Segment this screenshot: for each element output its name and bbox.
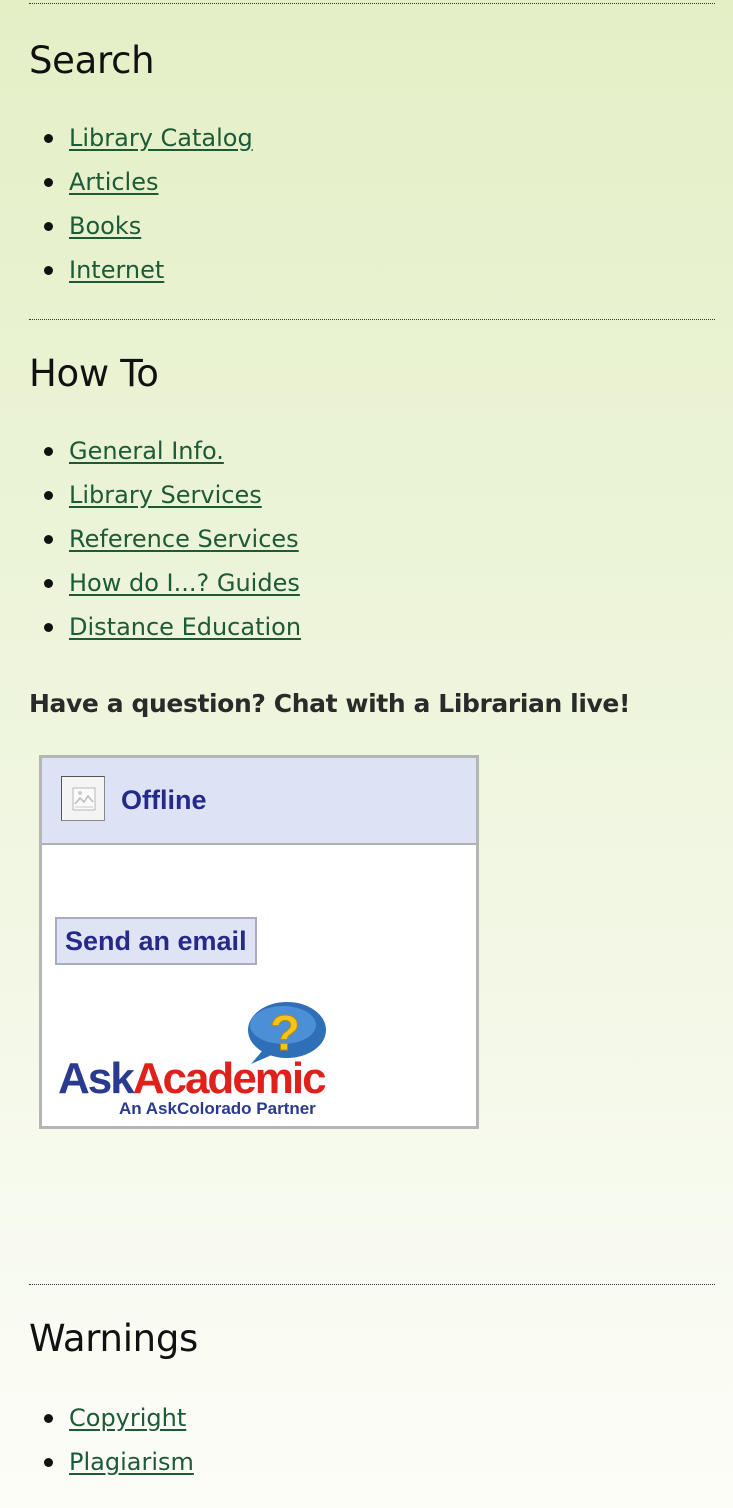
search-section: Search Library Catalog Articles Books In… <box>29 0 715 292</box>
list-item: How do I...? Guides <box>29 561 715 605</box>
logo-word-academic: Academic <box>133 1054 326 1103</box>
search-divider <box>29 3 715 4</box>
list-item: Distance Education <box>29 605 715 649</box>
list-item: Copyright <box>29 1396 715 1440</box>
library-services-link[interactable]: Library Services <box>69 481 262 509</box>
askacademic-logo[interactable]: ? AskAcademic An AskColorado Partner <box>58 1000 348 1120</box>
warnings-heading: Warnings <box>29 1317 198 1360</box>
articles-link[interactable]: Articles <box>69 168 159 196</box>
chat-status-text: Offline <box>121 785 207 815</box>
books-link[interactable]: Books <box>69 212 141 240</box>
reference-services-link[interactable]: Reference Services <box>69 525 299 553</box>
warnings-links: Copyright Plagiarism <box>29 1396 715 1484</box>
list-item: General Info. <box>29 429 715 473</box>
chat-heading: Have a question? Chat with a Librarian l… <box>29 689 630 718</box>
warnings-section: Warnings Copyright Plagiarism <box>29 1284 715 1484</box>
logo-question-mark: ? <box>270 1005 301 1061</box>
howto-links: General Info. Library Services Reference… <box>29 429 715 649</box>
distance-education-link[interactable]: Distance Education <box>69 613 301 641</box>
list-item: Internet <box>29 248 715 292</box>
search-heading: Search <box>29 39 155 82</box>
copyright-link[interactable]: Copyright <box>69 1404 186 1432</box>
howto-divider <box>29 319 715 320</box>
logo-tagline: An AskColorado Partner <box>119 1099 316 1118</box>
howto-section: How To General Info. Library Services Re… <box>29 319 715 1129</box>
how-do-i-guides-link[interactable]: How do I...? Guides <box>69 569 300 597</box>
broken-image-icon <box>61 776 105 821</box>
general-info-link[interactable]: General Info. <box>69 437 224 465</box>
logo-wordmark: AskAcademic <box>58 1054 326 1103</box>
list-item: Articles <box>29 160 715 204</box>
list-item: Plagiarism <box>29 1440 715 1484</box>
search-links: Library Catalog Articles Books Internet <box>29 116 715 292</box>
howto-heading: How To <box>29 352 159 395</box>
list-item: Library Catalog <box>29 116 715 160</box>
warnings-divider <box>29 1284 715 1285</box>
chat-status-header: Offline <box>42 758 476 845</box>
library-sidebar: Search Library Catalog Articles Books In… <box>29 0 715 1484</box>
chat-widget: Offline Send an email ? AskAcademic An A… <box>39 755 479 1129</box>
library-catalog-link[interactable]: Library Catalog <box>69 124 253 152</box>
plagiarism-link[interactable]: Plagiarism <box>69 1448 194 1476</box>
list-item: Library Services <box>29 473 715 517</box>
internet-link[interactable]: Internet <box>69 256 164 284</box>
send-email-button[interactable]: Send an email <box>55 917 257 965</box>
logo-word-ask: Ask <box>58 1054 135 1103</box>
list-item: Reference Services <box>29 517 715 561</box>
list-item: Books <box>29 204 715 248</box>
